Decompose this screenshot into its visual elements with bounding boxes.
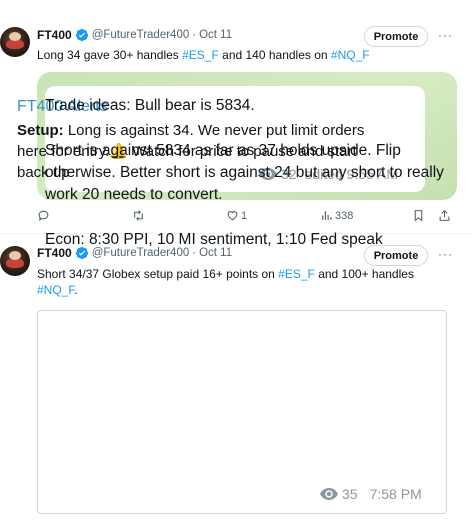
- separator-dot: ·: [192, 29, 197, 41]
- author-name[interactable]: FT400: [37, 28, 72, 42]
- tweet-text-segment: Short 34/37 Globex setup paid 16+ points…: [37, 267, 279, 281]
- promote-button[interactable]: Promote: [364, 26, 428, 47]
- author-handle[interactable]: @FutureTrader400: [92, 29, 190, 41]
- trade-ideas-line: Trade ideas: Bull bear is 5834.: [45, 97, 255, 114]
- hashtag-link[interactable]: #ES_F: [182, 48, 219, 62]
- message-time: 7:58 PM: [369, 486, 422, 502]
- eye-icon: [320, 488, 338, 500]
- tweet-date[interactable]: Oct 11: [199, 29, 232, 41]
- tweet-text-segment: .: [74, 283, 78, 297]
- message-views: 35: [342, 486, 358, 502]
- more-options-icon[interactable]: ···: [438, 28, 453, 42]
- author-avatar[interactable]: [0, 246, 30, 276]
- tweet-text: Long 34 gave 30+ handles #ES_F and 140 h…: [37, 47, 370, 63]
- tweet-text: Short 34/37 Globex setup paid 16+ points…: [37, 266, 437, 298]
- hashtag-link[interactable]: #NQ_F: [37, 283, 74, 297]
- verified-badge-icon: [75, 28, 88, 42]
- tweet-text-segment: and 140 handles on: [218, 48, 331, 62]
- message-meta: 35 7:58 PM: [320, 486, 422, 502]
- trade-ideas-line: Econ: 8:30 PPI, 10 MI sentiment, 1:10 Fe…: [45, 231, 383, 248]
- author-avatar[interactable]: [0, 27, 30, 57]
- trade-ideas-text: Trade ideas: Bull bear is 5834. Short is…: [45, 95, 445, 251]
- hashtag-link[interactable]: #NQ_F: [331, 48, 370, 62]
- tweet-header: FT400 @FutureTrader400 · Oct 11: [37, 27, 232, 43]
- attached-image[interactable]: [37, 310, 447, 514]
- hashtag-link[interactable]: #ES_F: [278, 267, 315, 281]
- tweet-2[interactable]: FT400 @FutureTrader400 · Oct 11 Promote …: [0, 234, 472, 525]
- tweet-text-segment: Long 34 gave 30+ handles: [37, 48, 183, 62]
- trade-ideas-line: Short is against 5834 as far as 37 holds…: [45, 142, 444, 203]
- tweet-text-segment: and 100+ handles: [314, 267, 414, 281]
